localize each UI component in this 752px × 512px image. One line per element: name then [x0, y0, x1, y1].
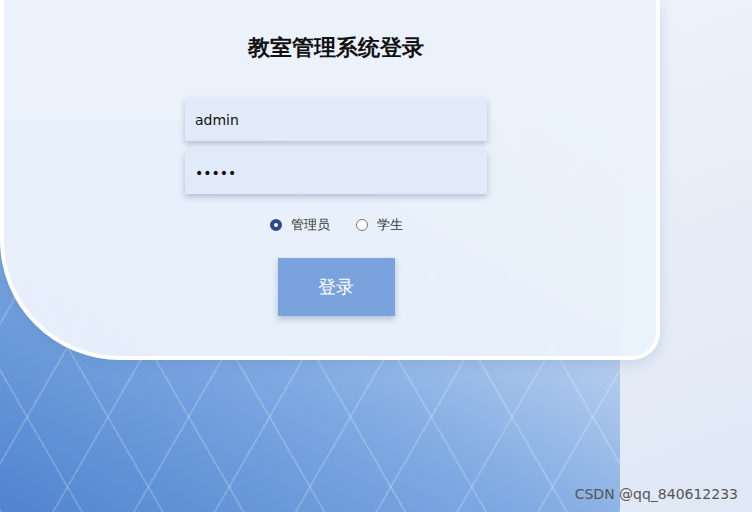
- role-label: 学生: [377, 216, 403, 234]
- login-form: [185, 98, 487, 194]
- radio-icon[interactable]: [270, 219, 282, 231]
- role-label: 管理员: [291, 216, 330, 234]
- radio-icon[interactable]: [356, 219, 368, 231]
- role-radio[interactable]: 管理员: [270, 216, 330, 234]
- watermark: CSDN @qq_840612233: [575, 486, 738, 502]
- role-group: 管理员 学生: [270, 216, 403, 234]
- login-field[interactable]: [185, 151, 487, 194]
- login-field[interactable]: [185, 98, 487, 141]
- login-button[interactable]: 登录: [278, 258, 395, 316]
- login-card: 教室管理系统登录管理员 学生登录: [0, 0, 660, 360]
- login-title: 教室管理系统登录: [248, 34, 424, 62]
- role-radio[interactable]: 学生: [356, 216, 403, 234]
- login-page: 教室管理系统登录管理员 学生登录 CSDN @qq_840612233: [0, 0, 752, 512]
